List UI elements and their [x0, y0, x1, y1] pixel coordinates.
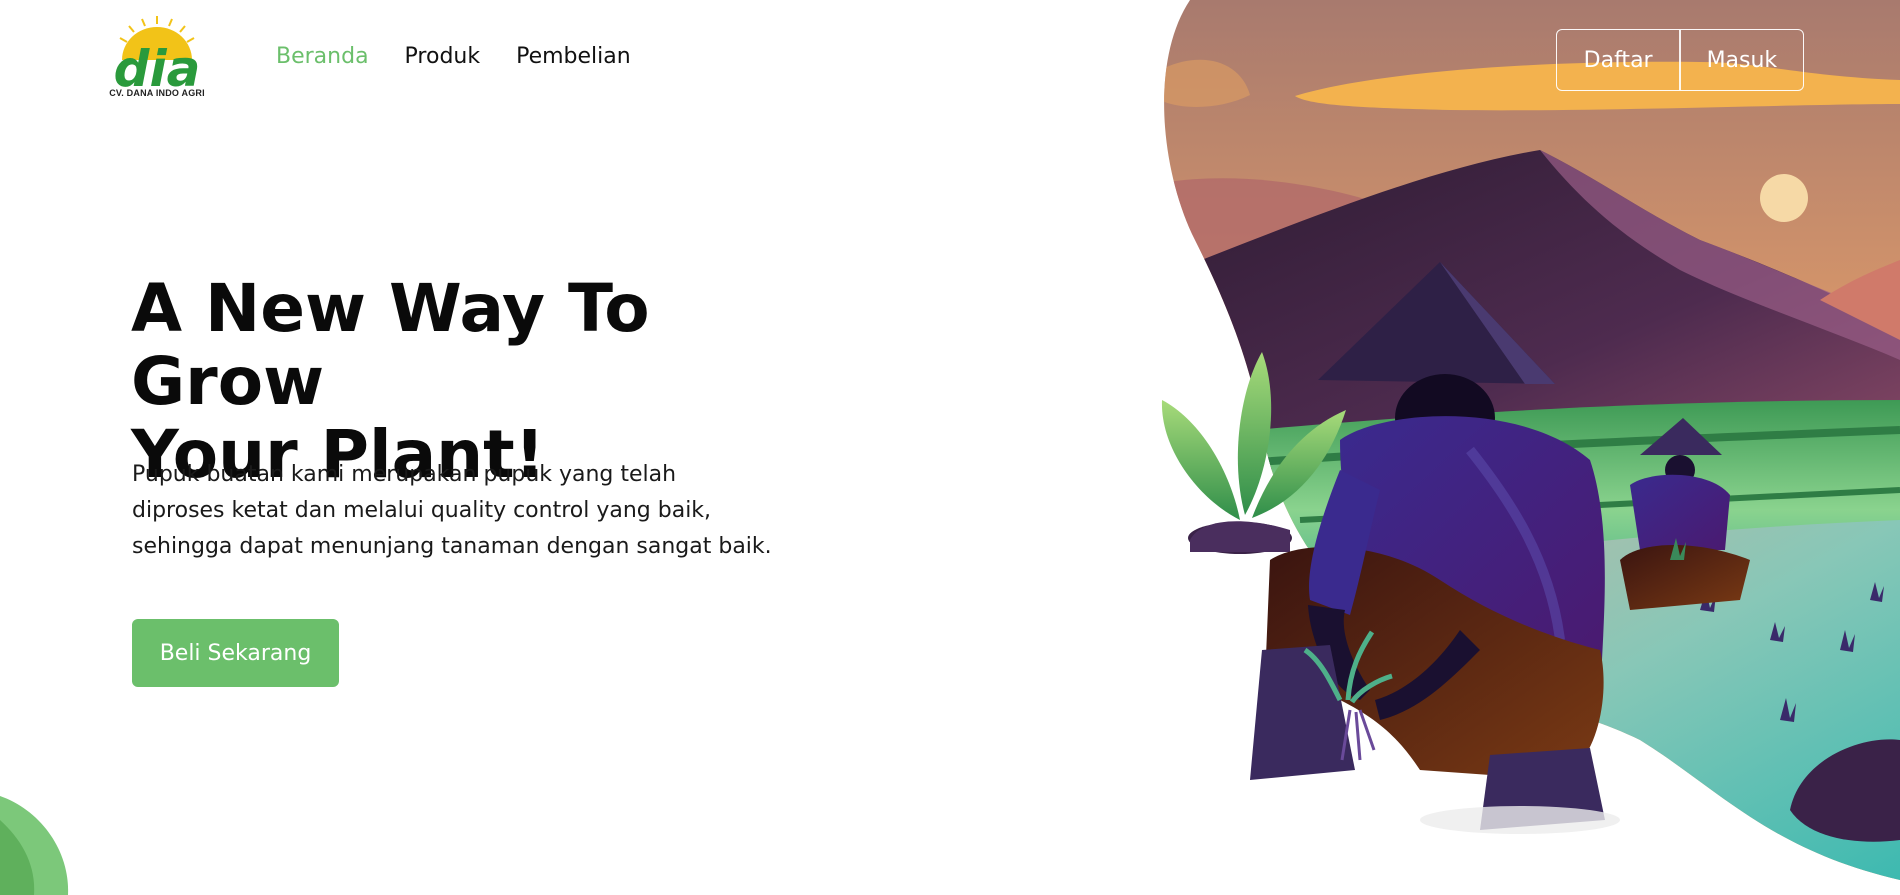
buy-now-button[interactable]: Beli Sekarang [132, 619, 339, 687]
login-button[interactable]: Masuk [1681, 30, 1803, 90]
nav-link-pembelian[interactable]: Pembelian [516, 44, 631, 69]
description-line-2: diproses ketat dan melalui quality contr… [132, 498, 712, 523]
company-name: CV. DANA INDO AGRI [109, 88, 205, 98]
description-line-1: Pupuk buatan kami merupakan pupuk yang t… [132, 462, 677, 487]
headline-line-1: A New Way To Grow [131, 270, 650, 420]
nav-link-beranda[interactable]: Beranda [276, 44, 369, 69]
nav-link-produk[interactable]: Produk [405, 44, 481, 69]
register-button[interactable]: Daftar [1557, 30, 1679, 90]
hero-description: Pupuk buatan kami merupakan pupuk yang t… [132, 457, 792, 565]
description-line-3: sehingga dapat menunjang tanaman dengan … [132, 534, 772, 559]
auth-button-group: Daftar Masuk [1556, 29, 1804, 91]
main-nav: Beranda Produk Pembelian [276, 44, 631, 69]
